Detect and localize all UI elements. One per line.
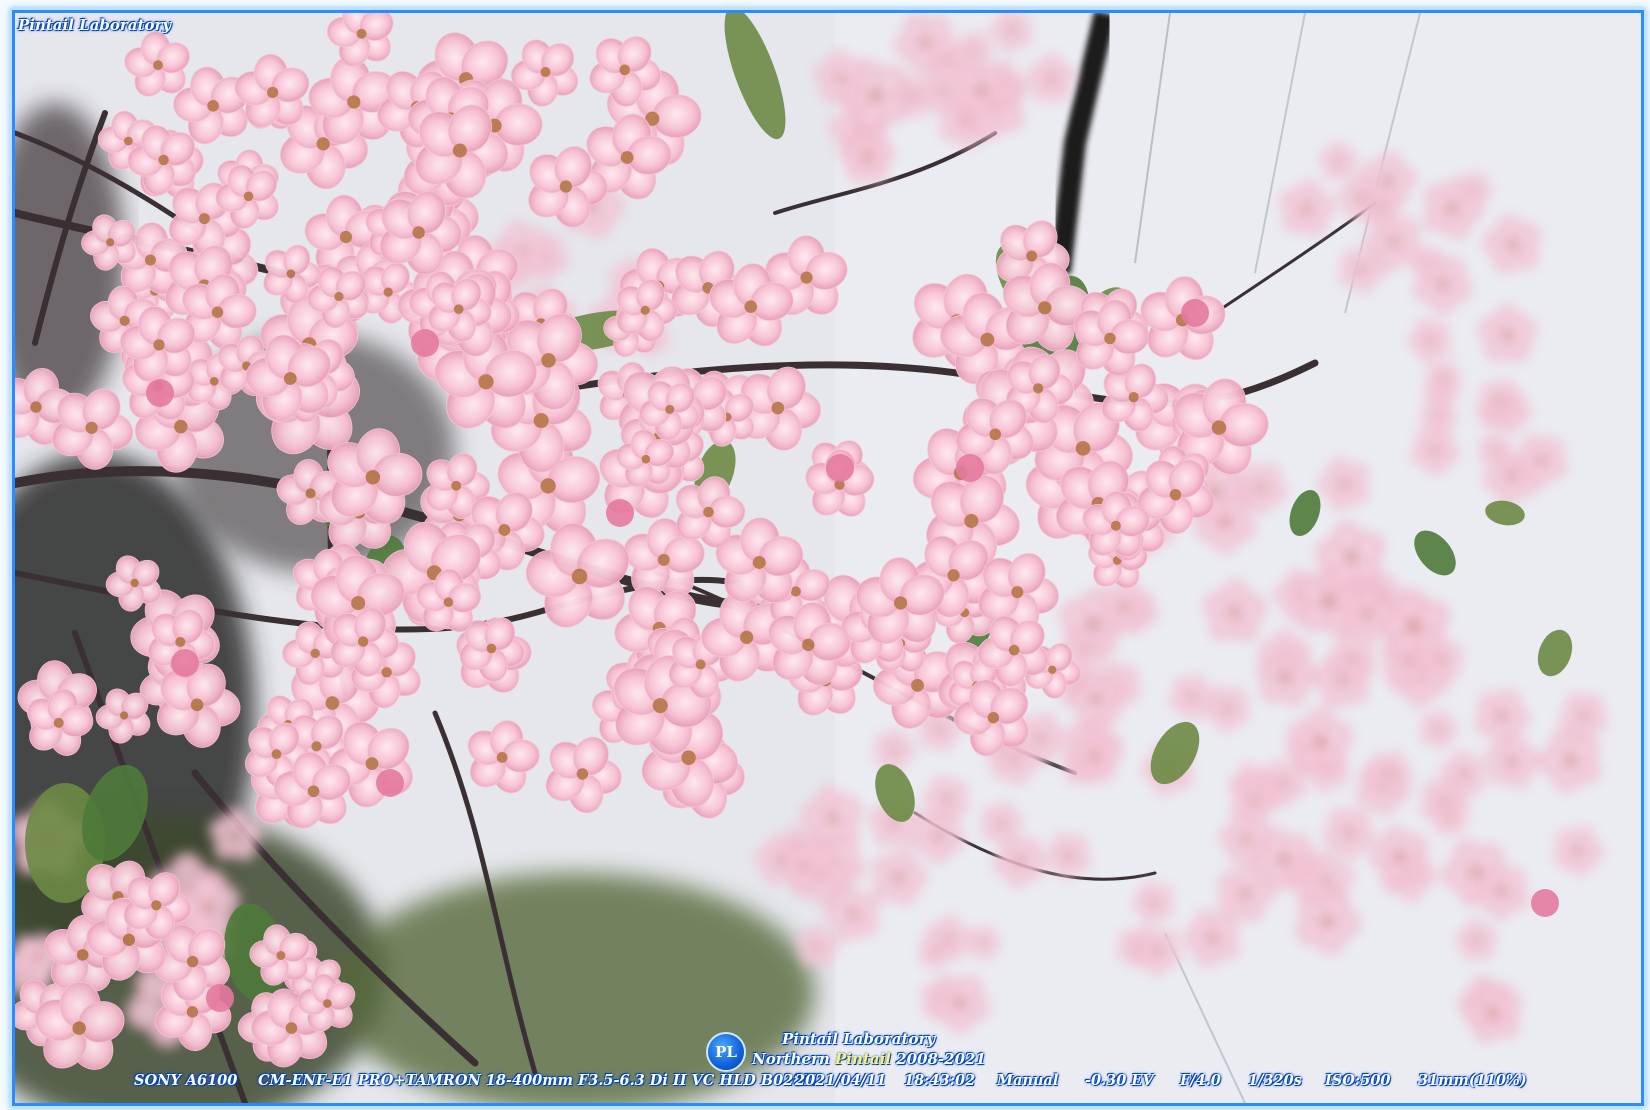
bud xyxy=(826,454,854,482)
bud xyxy=(1181,299,1209,327)
subtitle-years: 2008-2021 xyxy=(890,1050,986,1068)
blossom-scene xyxy=(15,13,1641,1103)
exif-lens: CM-ENF-E1 PRO+TAMRON 18-400mm F3.5-6.3 D… xyxy=(258,1072,817,1089)
bud xyxy=(1531,889,1559,917)
exif-iso: ISO:500 xyxy=(1325,1072,1391,1089)
exif-ev: -0.30 EV xyxy=(1085,1072,1154,1089)
bud xyxy=(376,769,404,797)
subtitle-name: Pintail xyxy=(835,1050,891,1068)
blossom-photo xyxy=(12,10,1644,1106)
watermark-top-left: Pintail Laboratory xyxy=(18,16,172,34)
bud xyxy=(146,379,174,407)
exif-time: 18:43:02 xyxy=(904,1072,976,1089)
subtitle-prefix: Northern xyxy=(752,1050,836,1068)
pintail-logo-icon: PL xyxy=(706,1032,746,1072)
watermark-center-title: Pintail Laboratory xyxy=(782,1030,936,1048)
exif-aperture: F/4.0 xyxy=(1180,1072,1221,1089)
watermark-center-subtitle: Northern Pintail 2008-2021 xyxy=(752,1050,986,1068)
bud xyxy=(411,329,439,357)
bud xyxy=(171,649,199,677)
bud xyxy=(956,454,984,482)
photo-frame: Pintail Laboratory PL Pintail Laboratory… xyxy=(0,0,1650,1110)
exif-date: 2021/04/11 xyxy=(795,1072,887,1089)
exif-focal: 31mm(110%) xyxy=(1418,1072,1527,1089)
exif-camera: SONY A6100 xyxy=(134,1072,238,1089)
exif-mode: Manual xyxy=(997,1072,1059,1089)
logo-text: PL xyxy=(715,1043,737,1061)
bud xyxy=(606,499,634,527)
bud xyxy=(206,984,234,1012)
exif-shutter: 1/320s xyxy=(1248,1072,1302,1089)
